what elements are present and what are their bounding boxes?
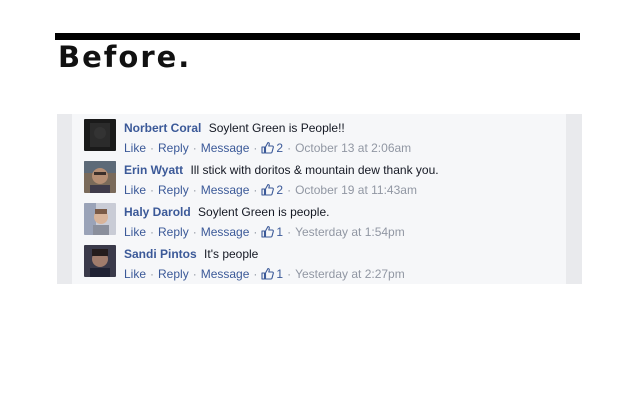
comment-author[interactable]: Norbert Coral (124, 121, 201, 135)
thumbs-up-icon[interactable] (261, 267, 275, 284)
comment-timestamp[interactable]: October 19 at 11:43am (295, 183, 417, 197)
page-heading: Before. (58, 40, 192, 74)
comment-timestamp[interactable]: October 13 at 2:06am (295, 141, 411, 155)
top-rule (55, 33, 580, 40)
like-link[interactable]: Like (124, 141, 146, 155)
comments-list: Norbert Coral Soylent Green is People!! … (72, 114, 566, 284)
comment-item: Sandi Pintos It's people Like · Reply · Mess… (84, 242, 564, 282)
avatar[interactable] (84, 119, 116, 151)
comment-text: It's people (204, 247, 259, 261)
comment-text: Ill stick with doritos & mountain dew th… (190, 163, 439, 177)
comment-text: Soylent Green is people. (198, 205, 330, 219)
comment-timestamp[interactable]: Yesterday at 1:54pm (295, 225, 405, 239)
comment-item: Erin Wyatt Ill stick with doritos & moun… (84, 158, 564, 198)
avatar[interactable] (84, 203, 116, 235)
reply-link[interactable]: Reply (158, 183, 189, 197)
comment-text: Soylent Green is People!! (208, 121, 345, 135)
like-link[interactable]: Like (124, 267, 146, 281)
comment-timestamp[interactable]: Yesterday at 2:27pm (295, 267, 405, 281)
comment-author[interactable]: Erin Wyatt (124, 163, 183, 177)
comment-item: Norbert Coral Soylent Green is People!! … (84, 116, 564, 156)
avatar[interactable] (84, 161, 116, 193)
comment-item: Haly Darold Soylent Green is people. Lik… (84, 200, 564, 240)
comments-panel: Norbert Coral Soylent Green is People!! … (57, 114, 582, 284)
avatar[interactable] (84, 245, 116, 277)
comment-actions: Like · Reply · Message · 2 · October 13 at 2:06a… (124, 140, 564, 158)
comment-actions: Like · Reply · Message · 2 · October 19 at 11:43… (124, 182, 564, 200)
comment-body: Sandi Pintos It's people Like · Reply · Mess… (124, 246, 564, 284)
comment-actions: Like · Reply · Message · 1 · Yesterday at 1:54pm (124, 224, 564, 242)
thumbs-up-icon[interactable] (261, 141, 275, 158)
like-link[interactable]: Like (124, 183, 146, 197)
comment-actions: Like · Reply · Message · 1 · Yesterday at 2:27pm (124, 266, 564, 284)
like-link[interactable]: Like (124, 225, 146, 239)
thumbs-up-icon[interactable] (261, 183, 275, 200)
message-link[interactable]: Message (201, 267, 250, 281)
reply-link[interactable]: Reply (158, 141, 189, 155)
message-link[interactable]: Message (201, 183, 250, 197)
message-link[interactable]: Message (201, 225, 250, 239)
reply-link[interactable]: Reply (158, 225, 189, 239)
reply-link[interactable]: Reply (158, 267, 189, 281)
comment-body: Erin Wyatt Ill stick with doritos & moun… (124, 162, 564, 200)
comment-author[interactable]: Sandi Pintos (124, 247, 197, 261)
thumbs-up-icon[interactable] (261, 225, 275, 242)
message-link[interactable]: Message (201, 141, 250, 155)
comment-body: Norbert Coral Soylent Green is People!! … (124, 120, 564, 158)
comment-author[interactable]: Haly Darold (124, 205, 191, 219)
comment-body: Haly Darold Soylent Green is people. Lik… (124, 204, 564, 242)
